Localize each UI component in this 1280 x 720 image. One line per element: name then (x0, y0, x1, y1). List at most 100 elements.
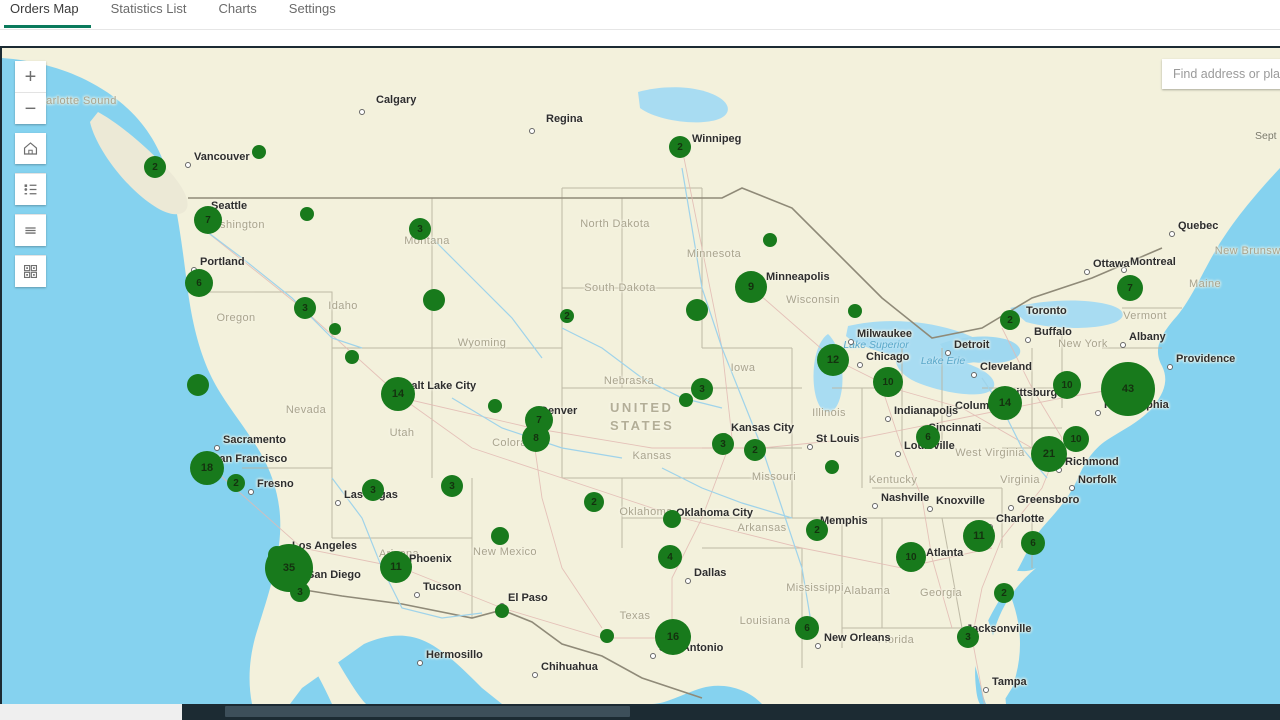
order-cluster[interactable]: 3 (712, 433, 734, 455)
cluster-count: 14 (392, 388, 404, 400)
order-cluster[interactable]: 3 (290, 582, 310, 602)
order-cluster[interactable]: 2 (227, 474, 245, 492)
city-marker (532, 672, 538, 678)
order-cluster[interactable] (491, 527, 509, 545)
horizontal-scrollbar-thumb[interactable] (225, 706, 630, 717)
cluster-count: 2 (1001, 588, 1007, 599)
order-cluster[interactable]: 12 (817, 344, 849, 376)
cluster-count: 3 (302, 303, 308, 314)
order-cluster[interactable]: 8 (522, 424, 550, 452)
home-button[interactable] (15, 133, 46, 164)
map-canvas[interactable]: UNITED STATES North DakotaSouth DakotaMi… (2, 48, 1280, 704)
cluster-count: 3 (720, 439, 726, 450)
city-marker (971, 372, 977, 378)
tab-charts[interactable]: Charts (203, 0, 273, 28)
order-cluster[interactable]: 11 (380, 551, 412, 583)
cluster-count: 2 (152, 162, 158, 173)
basemap-gallery-button[interactable] (15, 255, 46, 287)
order-cluster[interactable]: 2 (560, 309, 574, 323)
order-cluster[interactable] (763, 233, 777, 247)
order-cluster[interactable]: 3 (957, 626, 979, 648)
order-cluster[interactable] (488, 399, 502, 413)
order-cluster[interactable]: 2 (994, 583, 1014, 603)
order-cluster[interactable] (848, 304, 862, 318)
city-marker (650, 653, 656, 659)
tab-settings[interactable]: Settings (273, 0, 352, 28)
order-cluster[interactable] (300, 207, 314, 221)
order-cluster[interactable]: 6 (916, 425, 940, 449)
order-cluster[interactable]: 2 (744, 439, 766, 461)
order-cluster[interactable] (600, 629, 614, 643)
order-cluster[interactable]: 7 (1117, 275, 1143, 301)
city-marker (1008, 505, 1014, 511)
city-marker (1169, 231, 1175, 237)
order-cluster[interactable]: 21 (1031, 436, 1067, 472)
map-search-box[interactable] (1162, 59, 1280, 89)
home-icon (22, 140, 39, 157)
city-marker (414, 592, 420, 598)
order-cluster[interactable] (686, 299, 708, 321)
order-cluster[interactable]: 9 (735, 271, 767, 303)
cluster-count: 6 (196, 278, 202, 289)
tab-orders-map[interactable]: Orders Map (0, 0, 95, 28)
legend-button[interactable] (15, 173, 46, 205)
order-cluster[interactable]: 10 (896, 542, 926, 572)
cluster-count: 2 (1007, 315, 1013, 326)
city-marker (1069, 485, 1075, 491)
order-cluster[interactable]: 3 (409, 218, 431, 240)
order-cluster[interactable] (187, 374, 209, 396)
cluster-count: 11 (390, 561, 402, 573)
order-cluster[interactable]: 10 (1053, 371, 1081, 399)
tab-statistics-list[interactable]: Statistics List (95, 0, 203, 28)
order-cluster[interactable]: 11 (963, 520, 995, 552)
order-cluster[interactable]: 6 (1021, 531, 1045, 555)
layer-list-button[interactable] (15, 214, 46, 246)
order-cluster[interactable]: 10 (1063, 426, 1089, 452)
order-cluster[interactable]: 18 (190, 451, 224, 485)
cluster-count: 6 (1030, 538, 1036, 549)
search-input[interactable] (1171, 66, 1280, 82)
cluster-count: 3 (965, 632, 971, 643)
order-cluster[interactable]: 2 (144, 156, 166, 178)
order-cluster[interactable]: 2 (669, 136, 691, 158)
order-cluster[interactable]: 2 (806, 519, 828, 541)
main-tab-bar: Orders Map Statistics List Charts Settin… (0, 0, 1280, 30)
zoom-out-button[interactable]: − (15, 92, 46, 124)
order-cluster[interactable]: 7 (194, 206, 222, 234)
order-cluster[interactable]: 2 (1000, 310, 1020, 330)
order-cluster[interactable]: 6 (795, 616, 819, 640)
cluster-count: 2 (814, 525, 820, 536)
city-marker (1120, 342, 1126, 348)
city-marker (248, 489, 254, 495)
order-cluster[interactable] (252, 145, 266, 159)
city-marker (927, 506, 933, 512)
cluster-count: 6 (925, 432, 931, 443)
order-cluster[interactable] (329, 323, 341, 335)
order-cluster[interactable] (423, 289, 445, 311)
zoom-in-button[interactable]: + (15, 61, 46, 92)
cluster-count: 3 (417, 224, 423, 235)
order-cluster[interactable]: 3 (362, 479, 384, 501)
order-cluster[interactable]: 3 (441, 475, 463, 497)
map-container[interactable]: UNITED STATES North DakotaSouth DakotaMi… (0, 46, 1280, 706)
order-cluster[interactable]: 10 (873, 367, 903, 397)
order-cluster[interactable] (679, 393, 693, 407)
order-cluster[interactable] (495, 604, 509, 618)
cluster-count: 6 (804, 623, 810, 634)
order-cluster[interactable]: 14 (381, 377, 415, 411)
order-cluster[interactable]: 6 (185, 269, 213, 297)
order-cluster[interactable]: 2 (584, 492, 604, 512)
cluster-count: 10 (882, 377, 893, 388)
order-cluster[interactable]: 3 (691, 378, 713, 400)
cluster-count: 2 (677, 142, 683, 153)
order-cluster[interactable] (345, 350, 359, 364)
order-cluster[interactable] (825, 460, 839, 474)
order-cluster[interactable]: 14 (988, 386, 1022, 420)
order-cluster[interactable]: 3 (294, 297, 316, 319)
bottom-left-gutter (0, 704, 182, 720)
order-cluster[interactable]: 43 (1101, 362, 1155, 416)
order-cluster[interactable]: 16 (655, 619, 691, 655)
city-marker (335, 500, 341, 506)
order-cluster[interactable]: 4 (658, 545, 682, 569)
order-cluster[interactable] (663, 510, 681, 528)
